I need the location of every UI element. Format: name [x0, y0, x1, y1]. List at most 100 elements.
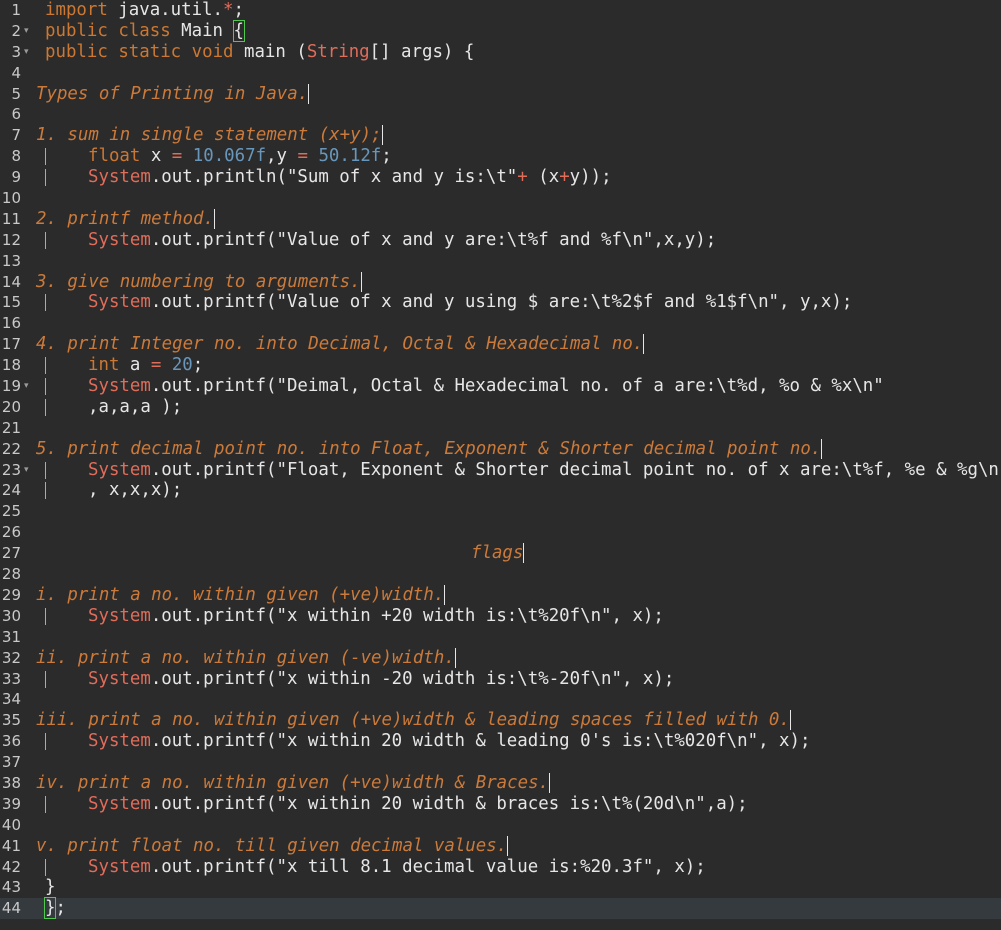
code-text: ,a,a,a ); [88, 397, 182, 418]
indent-guide [45, 169, 46, 187]
code-text: import java.util.*; [45, 0, 244, 21]
fold-arrow-icon[interactable]: ▾ [24, 21, 29, 42]
code-token: 5. print decimal point no. into Float, E… [36, 438, 823, 459]
indent-guide [45, 378, 46, 396]
code-token: } [45, 877, 56, 898]
code-line[interactable]: 34 [0, 689, 1001, 710]
fold-arrow-icon[interactable]: ▾ [24, 376, 29, 397]
code-line[interactable]: 20 ,a,a,a ); [0, 397, 1001, 418]
code-text: i. print a no. within given (+ve)width. [36, 584, 446, 606]
code-line[interactable]: 10 [0, 188, 1001, 209]
code-line[interactable]: 5 Types of Printing in Java. [0, 83, 1001, 105]
indent-guide [45, 461, 46, 479]
code-line[interactable]: 41 v. print float no. till given decimal … [0, 835, 1001, 857]
code-token: = [171, 146, 183, 167]
code-text: 3. give numbering to arguments. [36, 271, 362, 293]
line-number: 19 [1, 377, 21, 396]
code-text: System.out.printf("Value of x and y are:… [88, 230, 716, 251]
code-line[interactable]: 30 System.out.printf("x within +20 width … [0, 606, 1001, 627]
code-line[interactable]: 7 1. sum in single statement (x+y); [0, 125, 1001, 146]
code-token: 10.067f [192, 146, 267, 167]
code-token: 3. give numbering to arguments. [36, 271, 362, 292]
code-line[interactable]: 4 [0, 63, 1001, 84]
code-line[interactable]: 28 [0, 564, 1001, 585]
code-token: = [297, 146, 308, 167]
code-text: System.out.printf("Float, Exponent & Sho… [88, 460, 999, 481]
code-token: y)); [569, 167, 612, 188]
code-line[interactable]: 42 System.out.printf("x till 8.1 decimal … [0, 857, 1001, 878]
line-number: 38 [1, 773, 21, 792]
code-line[interactable]: 11 2. printf method. [0, 208, 1001, 230]
indent-guide [45, 795, 46, 813]
code-line[interactable]: 1 import java.util.*; [0, 0, 1001, 21]
code-line[interactable]: 23 ▾ System.out.printf("Float, Exponent & … [0, 460, 1001, 481]
code-text: int a = 20; [88, 355, 203, 376]
code-token: flags [471, 543, 525, 564]
line-number: 23 [1, 460, 21, 479]
line-number: 36 [1, 732, 21, 751]
code-line[interactable]: 17 4. print Integer no. into Decimal, Oct… [0, 334, 1001, 355]
code-line[interactable]: 40 [0, 815, 1001, 836]
code-line[interactable]: 24 , x,x,x); [0, 480, 1001, 501]
code-line[interactable]: 3 ▾ public static void main (String[] args… [0, 42, 1001, 63]
code-line[interactable]: 32 ii. print a no. within given (-ve)widt… [0, 647, 1001, 669]
code-line[interactable]: 6 [0, 104, 1001, 125]
line-number: 28 [1, 565, 21, 584]
code-line[interactable]: 2 ▾ public class Main { [0, 19, 1001, 42]
code-line[interactable]: 37 [0, 752, 1001, 773]
code-line[interactable]: 22 5. print decimal point no. into Float,… [0, 438, 1001, 460]
line-number: 25 [1, 502, 21, 521]
code-line[interactable]: 15 System.out.printf("Value of x and y us… [0, 292, 1001, 313]
code-token: 20 [171, 355, 193, 376]
code-line[interactable]: 33 System.out.printf("x within -20 width … [0, 669, 1001, 690]
code-line[interactable]: 21 [0, 418, 1001, 439]
indent-guide [45, 670, 46, 688]
code-text: 5. print decimal point no. into Float, E… [36, 438, 823, 460]
fold-arrow-icon[interactable]: ▾ [24, 42, 29, 63]
code-line[interactable]: 12 System.out.printf("Value of x and y ar… [0, 230, 1001, 251]
code-text: , x,x,x); [88, 480, 182, 501]
code-line[interactable]: 19 ▾ System.out.printf("Deimal, Octal & He… [0, 376, 1001, 397]
code-token: i. print a no. within given (+ve)width. [36, 584, 446, 605]
code-line[interactable]: 39 System.out.printf("x within 20 width &… [0, 794, 1001, 815]
code-token: import [45, 0, 108, 20]
line-number: 30 [1, 606, 21, 625]
code-text: public static void main (String[] args) … [45, 42, 474, 63]
code-line[interactable]: 43} [0, 877, 1001, 898]
code-line[interactable]: 38 iv. print a no. within given (+ve)widt… [0, 772, 1001, 794]
code-editor[interactable]: 1 import java.util.*; 2 ▾ public class Main … [0, 0, 1001, 930]
code-token: ; [381, 146, 392, 167]
code-line[interactable]: 26 [0, 522, 1001, 543]
code-line[interactable]: 14 3. give numbering to arguments. [0, 271, 1001, 293]
code-line[interactable]: 29 i. print a no. within given (+ve)width… [0, 584, 1001, 606]
code-line[interactable]: 35 iii. print a no. within given (+ve)wid… [0, 710, 1001, 731]
code-line[interactable]: 25 [0, 501, 1001, 522]
line-number: 11 [1, 209, 21, 228]
line-number: 37 [1, 753, 21, 772]
code-text: public class Main { [45, 19, 246, 42]
line-number: 31 [1, 627, 21, 646]
code-line[interactable]: 13 [0, 251, 1001, 272]
code-line[interactable]: 16 [0, 313, 1001, 334]
code-text: ii. print a no. within given (-ve)width. [36, 647, 456, 669]
line-number: 8 [11, 147, 21, 166]
line-number: 40 [1, 815, 21, 834]
code-line[interactable]: 27 flags [0, 543, 1001, 564]
code-area[interactable]: 1 import java.util.*; 2 ▾ public class Main … [0, 0, 1001, 920]
code-token: System [88, 605, 151, 626]
line-number: 10 [1, 189, 21, 208]
code-line[interactable]: 9 System.out.println("Sum of x and y is:\… [0, 167, 1001, 188]
code-line[interactable]: 18 int a = 20; [0, 355, 1001, 376]
code-text: System.out.printf("x within -20 width is… [88, 669, 674, 690]
code-token: .out.printf("x within +20 width is:\t%20… [150, 605, 664, 626]
code-line[interactable]: 44}; [0, 897, 1001, 920]
code-token: main ( [233, 41, 307, 62]
line-number: 9 [11, 168, 21, 187]
code-line[interactable]: 8 float x = 10.067f,y = 50.12f; [0, 146, 1001, 167]
fold-arrow-icon[interactable]: ▾ [24, 460, 29, 481]
code-line[interactable]: 36 System.out.printf("x within 20 width &… [0, 731, 1001, 752]
code-token: System [88, 731, 151, 752]
code-line[interactable]: 31 [0, 627, 1001, 648]
